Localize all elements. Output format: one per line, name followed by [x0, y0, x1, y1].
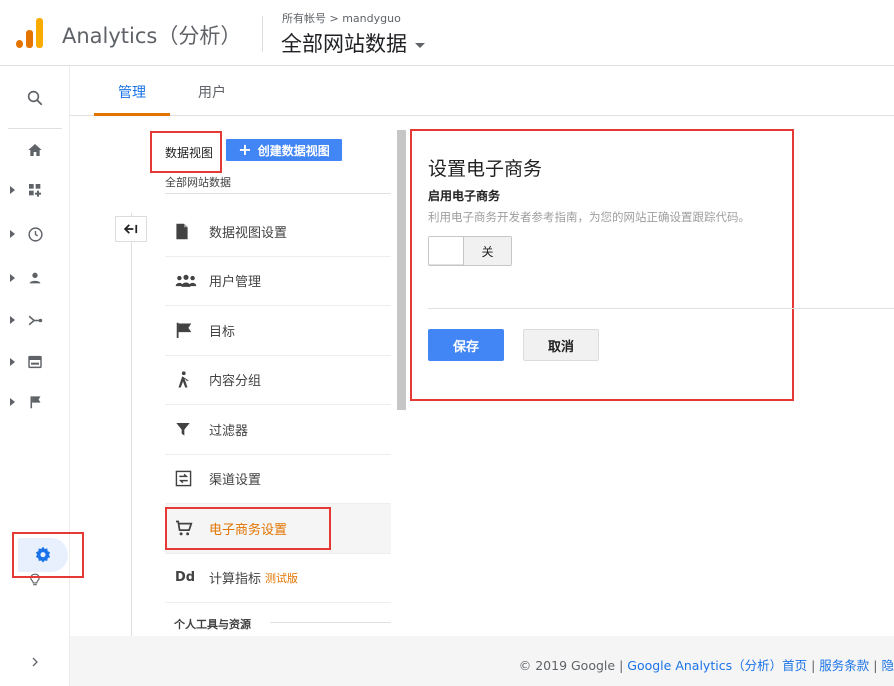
dashboard-icon	[29, 184, 41, 197]
expand-arrow-icon	[10, 358, 15, 366]
account-breadcrumb[interactable]: 所有帐号 > mandyguo	[282, 10, 401, 26]
tab-admin[interactable]: 管理	[118, 82, 146, 102]
nav-conversions[interactable]	[0, 386, 70, 418]
property-selector[interactable]: 全部网站数据	[281, 28, 425, 58]
nav-customization[interactable]	[0, 174, 70, 206]
behavior-icon	[28, 355, 42, 369]
page-footer: © 2019 Google | Google Analytics（分析）首页 |…	[70, 636, 894, 686]
create-view-button[interactable]: + 创建数据视图	[226, 139, 342, 161]
flag-icon	[176, 322, 192, 339]
footer-separator: |	[811, 658, 816, 673]
channel-icon	[175, 470, 192, 487]
footer-separator: |	[619, 658, 624, 673]
view-column-label: 数据视图	[165, 146, 214, 160]
menu-item-label: 数据视图设置	[209, 225, 288, 241]
nav-audience[interactable]	[0, 262, 70, 294]
footer-link-privacy[interactable]: 隐	[881, 658, 894, 673]
admin-button[interactable]	[18, 538, 68, 572]
enable-ecommerce-label: 启用电子商务	[428, 189, 501, 203]
expand-rail-button[interactable]	[0, 646, 70, 678]
column-connector-line	[131, 213, 132, 636]
tab-user[interactable]: 用户	[198, 82, 226, 102]
menu-item-label: 目标	[209, 324, 236, 340]
home-icon	[28, 144, 42, 156]
column-scrollbar[interactable]	[397, 130, 406, 410]
expand-arrow-icon	[10, 274, 15, 282]
nav-home[interactable]	[0, 134, 70, 166]
rail-divider	[8, 128, 62, 129]
property-name: 全部网站数据	[281, 32, 407, 56]
admin-tabs: 管理 用户	[70, 66, 894, 116]
view-divider	[165, 193, 391, 194]
top-header: Analytics（分析） 所有帐号 > mandyguo 全部网站数据	[0, 0, 894, 66]
enable-ecommerce-toggle[interactable]: 关	[428, 236, 512, 266]
collapse-column-button[interactable]	[115, 216, 147, 242]
chevron-right-icon	[32, 657, 38, 667]
footer-separator: |	[873, 658, 878, 673]
cancel-button[interactable]: 取消	[523, 329, 599, 361]
expand-arrow-icon	[10, 230, 15, 238]
search-icon	[27, 90, 43, 106]
footer-link-home[interactable]: Google Analytics（分析）首页	[627, 658, 807, 673]
copyright-text: © 2019 Google	[518, 658, 616, 673]
menu-item-label: 过滤器	[209, 423, 249, 439]
menu-item-filters[interactable]: 过滤器	[165, 405, 391, 455]
menu-item-view-settings[interactable]: 数据视图设置	[165, 207, 391, 257]
expand-arrow-icon	[10, 398, 15, 406]
menu-item-label: 内容分组	[209, 374, 262, 390]
panel-title: 设置电子商务	[428, 158, 543, 180]
expand-arrow-icon	[10, 186, 15, 194]
footer-text: © 2019 Google | Google Analytics（分析）首页 |…	[519, 655, 894, 674]
walk-icon	[178, 371, 189, 388]
dd-icon: Dd	[175, 570, 196, 586]
menu-item-user-management[interactable]: 用户管理	[165, 257, 391, 306]
toggle-knob	[429, 237, 464, 265]
gear-icon	[35, 546, 51, 563]
menu-item-channel-settings[interactable]: 渠道设置	[165, 455, 391, 504]
app-title[interactable]: Analytics（分析）	[62, 20, 241, 50]
personal-tools-divider	[270, 622, 391, 623]
menu-item-content-grouping[interactable]: 内容分组	[165, 356, 391, 405]
menu-item-label: 计算指标	[209, 572, 262, 588]
search-button[interactable]	[0, 82, 70, 114]
menu-item-calculated-metrics[interactable]: Dd 计算指标 测试版	[165, 554, 391, 603]
analytics-logo-icon[interactable]	[16, 18, 44, 48]
expand-arrow-icon	[10, 316, 15, 324]
people-icon	[175, 274, 197, 287]
acquisition-icon	[28, 315, 42, 325]
person-icon	[29, 272, 41, 284]
document-icon	[176, 223, 188, 239]
flag-icon	[30, 396, 40, 409]
toggle-state-label: 关	[464, 237, 511, 265]
personal-tools-heading: 个人工具与资源	[174, 618, 251, 631]
beta-badge: 测试版	[265, 571, 299, 585]
menu-item-goals[interactable]: 目标	[165, 306, 391, 356]
chevron-down-icon	[415, 42, 425, 48]
header-divider	[262, 16, 263, 52]
nav-realtime[interactable]	[0, 218, 70, 250]
nav-acquisition[interactable]	[0, 304, 70, 336]
save-button[interactable]: 保存	[428, 329, 504, 361]
arrow-left-icon	[124, 224, 138, 234]
clock-icon	[27, 226, 43, 242]
ecommerce-highlight-box	[165, 507, 331, 550]
left-nav-rail	[0, 66, 70, 686]
help-text: 利用电子商务开发者参考指南，为您的网站正确设置跟踪代码。	[428, 210, 750, 224]
admin-highlight-box	[12, 532, 84, 578]
plus-icon: +	[238, 140, 252, 159]
panel-divider	[428, 308, 894, 309]
active-tab-indicator	[94, 113, 170, 116]
nav-behavior[interactable]	[0, 346, 70, 378]
menu-item-label: 用户管理	[209, 275, 262, 291]
footer-link-terms[interactable]: 服务条款	[819, 658, 869, 673]
create-view-label: 创建数据视图	[257, 143, 330, 158]
filter-icon	[176, 423, 190, 436]
current-view-selector[interactable]: 全部网站数据	[165, 174, 231, 190]
menu-item-label: 渠道设置	[209, 473, 262, 489]
